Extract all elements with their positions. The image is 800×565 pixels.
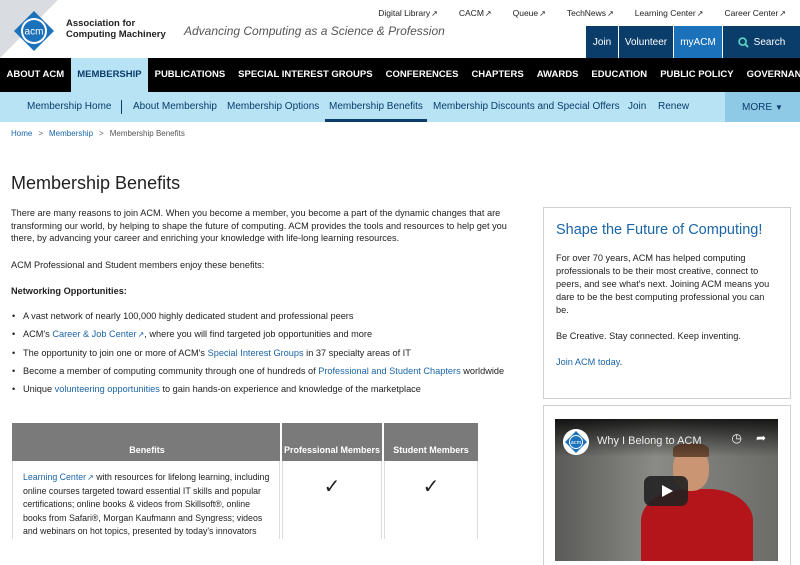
top-link-cacm[interactable]: CACM↗	[459, 8, 492, 18]
external-link-icon: ↗	[484, 9, 492, 18]
main-nav: ABOUT ACM MEMBERSHIP PUBLICATIONS SPECIA…	[0, 58, 800, 92]
more-label: MORE	[742, 101, 773, 113]
page-title: Membership Benefits	[11, 173, 181, 193]
promo-paragraph: For over 70 years, ACM has helped comput…	[556, 253, 770, 315]
main-nav-publications[interactable]: PUBLICATIONS	[148, 58, 232, 92]
external-link-icon: ↗	[539, 9, 546, 18]
video-panel: acm Why I Belong to ACM ◷ ➦	[543, 405, 791, 565]
enjoy-paragraph: ACM Professional and Student members enj…	[11, 259, 265, 270]
join-acm-today-link[interactable]: Join ACM today	[556, 357, 620, 367]
external-link-icon: ↗	[87, 473, 94, 482]
play-icon[interactable]	[644, 476, 688, 506]
list-item: A vast network of nearly 100,000 highly …	[12, 310, 521, 323]
career-job-center-link[interactable]: Career & Job Center↗	[52, 329, 144, 339]
main-nav-conferences[interactable]: CONFERENCES	[379, 58, 465, 92]
promo-cta: Join ACM today.	[556, 357, 623, 367]
sub-nav-about-membership[interactable]: About Membership	[133, 92, 217, 122]
main-nav-public-policy[interactable]: PUBLIC POLICY	[654, 58, 740, 92]
sub-nav-join[interactable]: Join	[628, 92, 646, 122]
top-link-learning-center[interactable]: Learning Center↗	[635, 8, 704, 18]
benefits-table: Benefits Professional Members Student Me…	[10, 423, 480, 539]
benefit-cell: Learning Center↗ with resources for life…	[12, 461, 280, 539]
benefits-list: A vast network of nearly 100,000 highly …	[11, 310, 521, 396]
search-button[interactable]: Search	[722, 26, 800, 58]
intro-paragraph: There are many reasons to join ACM. When…	[11, 208, 507, 243]
sub-nav-divider	[121, 100, 122, 114]
list-item: ACM's Career & Job Center↗, where you wi…	[12, 328, 521, 342]
list-item: The opportunity to join one or more of A…	[12, 347, 521, 360]
video-player[interactable]: acm Why I Belong to ACM ◷ ➦	[555, 419, 778, 561]
sub-nav-membership-options[interactable]: Membership Options	[227, 92, 319, 122]
check-icon: ✓	[384, 461, 478, 539]
breadcrumb-current: Membership Benefits	[109, 129, 185, 138]
external-link-icon: ↗	[607, 9, 614, 18]
external-link-icon: ↗	[431, 9, 438, 18]
sub-nav: Membership Home About Membership Members…	[0, 92, 800, 122]
main-nav-education[interactable]: EDUCATION	[585, 58, 654, 92]
org-name-line2: Computing Machinery	[66, 28, 166, 40]
video-controls: ◷ ➦	[731, 431, 766, 445]
top-link-technews[interactable]: TechNews↗	[567, 8, 614, 18]
sub-nav-membership-home[interactable]: Membership Home	[27, 92, 111, 122]
column-header-benefits: Benefits	[12, 423, 280, 461]
top-link-digital-library[interactable]: Digital Library↗	[378, 8, 438, 18]
org-name-line1: Association for	[66, 18, 136, 29]
tagline: Advancing Computing as a Science & Profe…	[184, 24, 445, 38]
site-header: acm Association for Computing Machinery …	[0, 0, 800, 58]
promo-panel: Shape the Future of Computing! For over …	[543, 207, 791, 399]
acm-logo-icon[interactable]: acm	[13, 10, 55, 52]
sub-nav-membership-benefits[interactable]: Membership Benefits	[325, 92, 427, 122]
top-link-career-center[interactable]: Career Center↗	[724, 8, 786, 18]
logo-abbr: acm	[25, 27, 44, 38]
promo-slogan: Be Creative. Stay connected. Keep invent…	[556, 331, 741, 341]
main-nav-sigs[interactable]: SPECIAL INTEREST GROUPS	[232, 58, 379, 92]
join-button[interactable]: Join	[586, 26, 618, 58]
search-label: Search	[753, 36, 786, 48]
list-item: Become a member of computing community t…	[12, 365, 521, 378]
top-links: Digital Library↗ CACM↗ Queue↗ TechNews↗ …	[378, 8, 786, 18]
volunteer-button[interactable]: Volunteer	[618, 26, 674, 58]
breadcrumb-separator: >	[38, 129, 44, 138]
volunteering-link[interactable]: volunteering opportunities	[55, 384, 160, 394]
breadcrumb-separator: >	[99, 129, 104, 138]
breadcrumb-membership[interactable]: Membership	[49, 129, 93, 138]
main-nav-membership[interactable]: MEMBERSHIP	[70, 58, 149, 92]
main-nav-governance[interactable]: GOVERNANCE	[740, 58, 800, 92]
column-header-student: Student Members	[384, 423, 478, 461]
check-icon: ✓	[282, 461, 382, 539]
sigs-link[interactable]: Special Interest Groups	[208, 348, 304, 358]
acm-logo-icon[interactable]: acm	[563, 429, 589, 455]
header-actions: Join Volunteer myACM Search	[586, 26, 800, 58]
breadcrumb: Home > Membership > Membership Benefits	[11, 129, 185, 138]
clock-icon[interactable]: ◷	[731, 431, 741, 445]
promo-title: Shape the Future of Computing!	[556, 222, 763, 238]
main-nav-about-acm[interactable]: ABOUT ACM	[0, 58, 71, 92]
table-row: Learning Center↗ with resources for life…	[12, 461, 478, 539]
search-icon	[737, 36, 749, 48]
breadcrumb-home[interactable]: Home	[11, 129, 32, 138]
external-link-icon: ↗	[696, 9, 704, 18]
table-header-row: Benefits Professional Members Student Me…	[12, 423, 478, 461]
networking-heading: Networking Opportunities:	[11, 286, 127, 296]
main-content: There are many reasons to join ACM. When…	[11, 207, 521, 401]
myacm-button[interactable]: myACM	[674, 26, 722, 58]
chapters-link[interactable]: Professional and Student Chapters	[318, 366, 461, 376]
top-link-queue[interactable]: Queue↗	[513, 8, 546, 18]
svg-text:acm: acm	[571, 440, 582, 446]
org-name[interactable]: Association for Computing Machinery	[66, 18, 166, 40]
sub-nav-discounts[interactable]: Membership Discounts and Special Offers	[433, 92, 620, 122]
external-link-icon: ↗	[779, 9, 786, 18]
caret-down-icon: ▼	[775, 102, 783, 112]
video-title[interactable]: Why I Belong to ACM	[597, 435, 702, 447]
column-header-professional: Professional Members	[282, 423, 382, 461]
main-nav-awards[interactable]: AWARDS	[530, 58, 585, 92]
learning-center-link[interactable]: Learning Center↗	[23, 472, 94, 482]
share-icon[interactable]: ➦	[756, 431, 766, 445]
sub-nav-more-button[interactable]: MORE ▼	[725, 92, 800, 122]
main-nav-chapters[interactable]: CHAPTERS	[465, 58, 530, 92]
sub-nav-renew[interactable]: Renew	[658, 92, 689, 122]
list-item: Unique volunteering opportunities to gai…	[12, 383, 521, 396]
